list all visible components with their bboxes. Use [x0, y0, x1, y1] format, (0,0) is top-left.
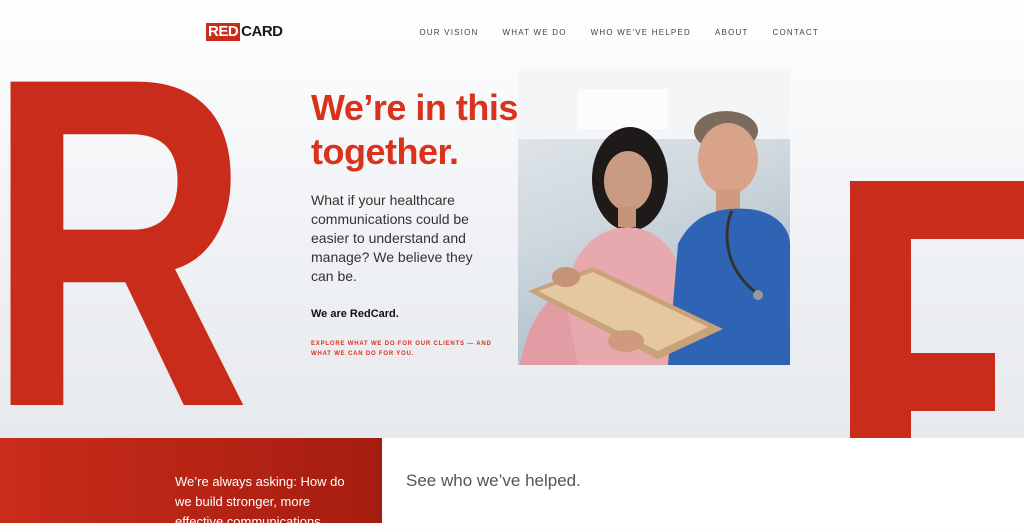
nav-contact[interactable]: CONTACT: [773, 28, 819, 37]
logo-red-part: RED: [206, 23, 241, 41]
we-are-redcard: We are RedCard.: [311, 308, 399, 320]
letter-f-top-bar: [850, 181, 1024, 239]
nav-what-we-do[interactable]: WHAT WE DO: [503, 28, 567, 37]
letter-f-middle-bar: [850, 353, 995, 411]
main-nav: OUR VISION WHAT WE DO WHO WE'VE HELPED A…: [419, 28, 819, 37]
asking-text: We’re always asking: How do we build str…: [175, 474, 345, 529]
hero-lead-text: What if your healthcare communications c…: [311, 192, 473, 284]
doctor-patient-illustration: [518, 69, 790, 365]
helped-panel: See who we’ve helped.: [382, 438, 1024, 523]
explore-link[interactable]: EXPLORE WHAT WE DO FOR OUR CLIENTS — AND…: [311, 339, 496, 359]
nav-who-weve-helped[interactable]: WHO WE'VE HELPED: [591, 28, 691, 37]
decorative-letter-r: R: [0, 0, 251, 505]
logo-card-part: CARD: [241, 23, 283, 40]
nav-about[interactable]: ABOUT: [715, 28, 749, 37]
hero-photo: [518, 69, 790, 365]
redcard-logo[interactable]: RED CARD: [206, 23, 283, 41]
asking-panel: We’re always asking: How do we build str…: [0, 438, 382, 529]
helped-heading: See who we’ve helped.: [406, 471, 581, 490]
nav-our-vision[interactable]: OUR VISION: [419, 28, 478, 37]
decorative-letter-f: [850, 181, 1024, 438]
